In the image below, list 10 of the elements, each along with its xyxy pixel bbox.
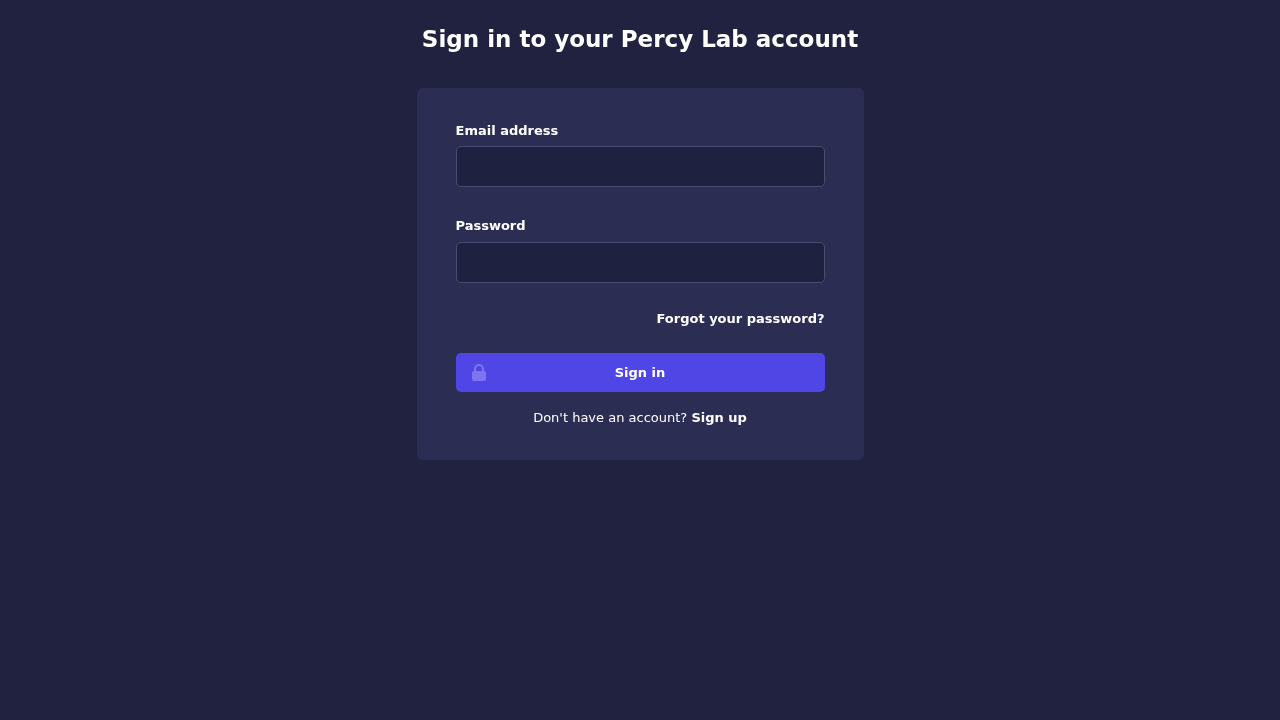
forgot-password-link[interactable]: Forgot your password?: [656, 308, 825, 329]
sign-in-button[interactable]: Sign in: [455, 353, 825, 393]
field-label: Email address: [455, 121, 559, 140]
lock-icon: [471, 364, 486, 382]
field-label: Password: [455, 217, 526, 236]
page-title: Sign in to your Percy Lab account: [421, 26, 859, 54]
sign-up-link[interactable]: Sign up: [691, 410, 747, 426]
input-field[interactable]: [455, 241, 825, 283]
signup-prompt: Don't have an account?: [533, 410, 688, 426]
input-field[interactable]: [455, 146, 825, 188]
